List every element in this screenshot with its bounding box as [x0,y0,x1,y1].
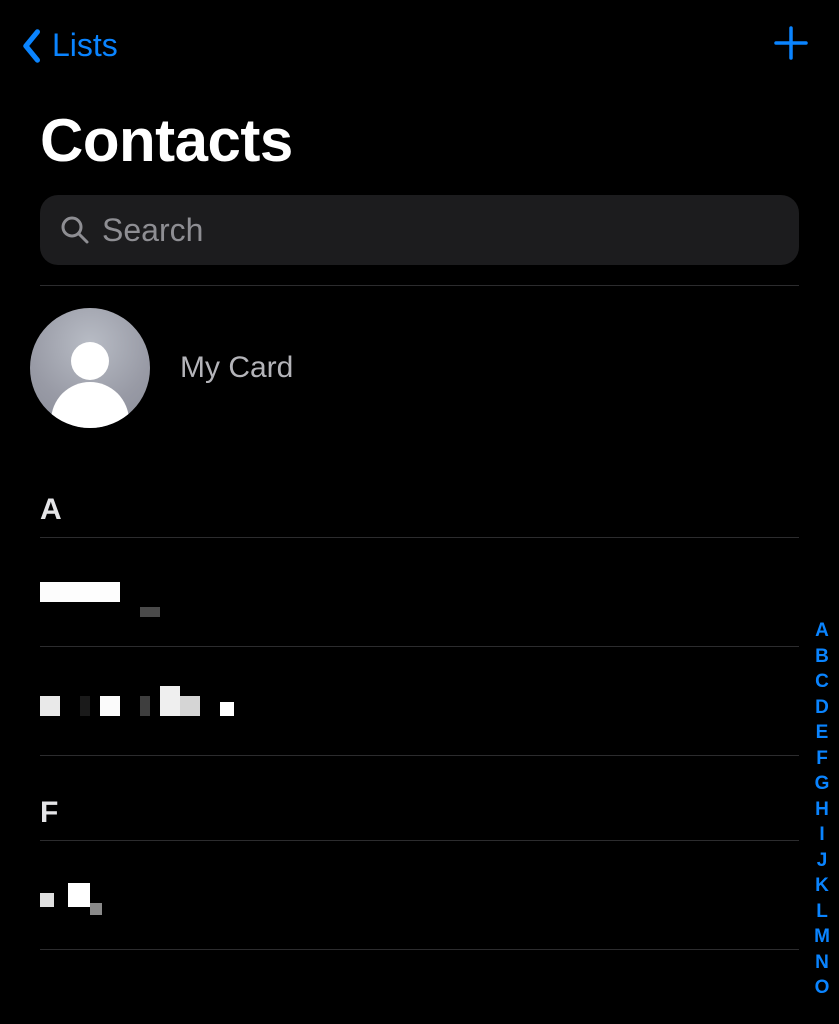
index-letter[interactable]: D [811,695,833,721]
contact-name [40,883,102,907]
index-letter[interactable]: O [811,975,833,1001]
section-letter: A [40,493,62,526]
index-letter[interactable]: G [811,771,833,797]
contact-name [40,686,234,716]
index-letter[interactable]: H [811,797,833,823]
avatar [30,308,150,428]
chevron-left-icon [20,28,42,64]
page-title: Contacts [40,106,799,175]
index-letter[interactable]: J [811,848,833,874]
add-button[interactable] [773,25,809,66]
index-letter[interactable]: L [811,899,833,925]
index-sidebar[interactable]: A B C D E F G H I J K L M N O [811,618,833,1001]
contact-name [40,582,160,602]
search-icon [60,215,90,245]
plus-icon [773,25,809,61]
search-bar[interactable] [40,195,799,265]
back-label: Lists [52,27,118,64]
index-letter[interactable]: K [811,873,833,899]
my-card-label: My Card [180,351,293,385]
navigation-bar: Lists [0,0,839,76]
index-letter[interactable]: N [811,950,833,976]
index-letter[interactable]: M [811,924,833,950]
index-letter[interactable]: B [811,644,833,670]
search-container [0,195,839,285]
divider [40,949,799,950]
title-bar: Contacts [0,76,839,195]
contact-row[interactable] [0,841,839,949]
index-letter[interactable]: C [811,669,833,695]
section-letter: F [40,796,58,829]
back-button[interactable]: Lists [20,27,118,64]
section-header: F [0,756,839,840]
contact-row[interactable] [0,538,839,646]
index-letter[interactable]: I [811,822,833,848]
section-header: A [0,468,839,537]
my-card-row[interactable]: My Card [0,286,839,468]
contact-row[interactable] [0,647,839,755]
index-letter[interactable]: A [811,618,833,644]
search-input[interactable] [102,212,779,249]
index-letter[interactable]: F [811,746,833,772]
index-letter[interactable]: E [811,720,833,746]
